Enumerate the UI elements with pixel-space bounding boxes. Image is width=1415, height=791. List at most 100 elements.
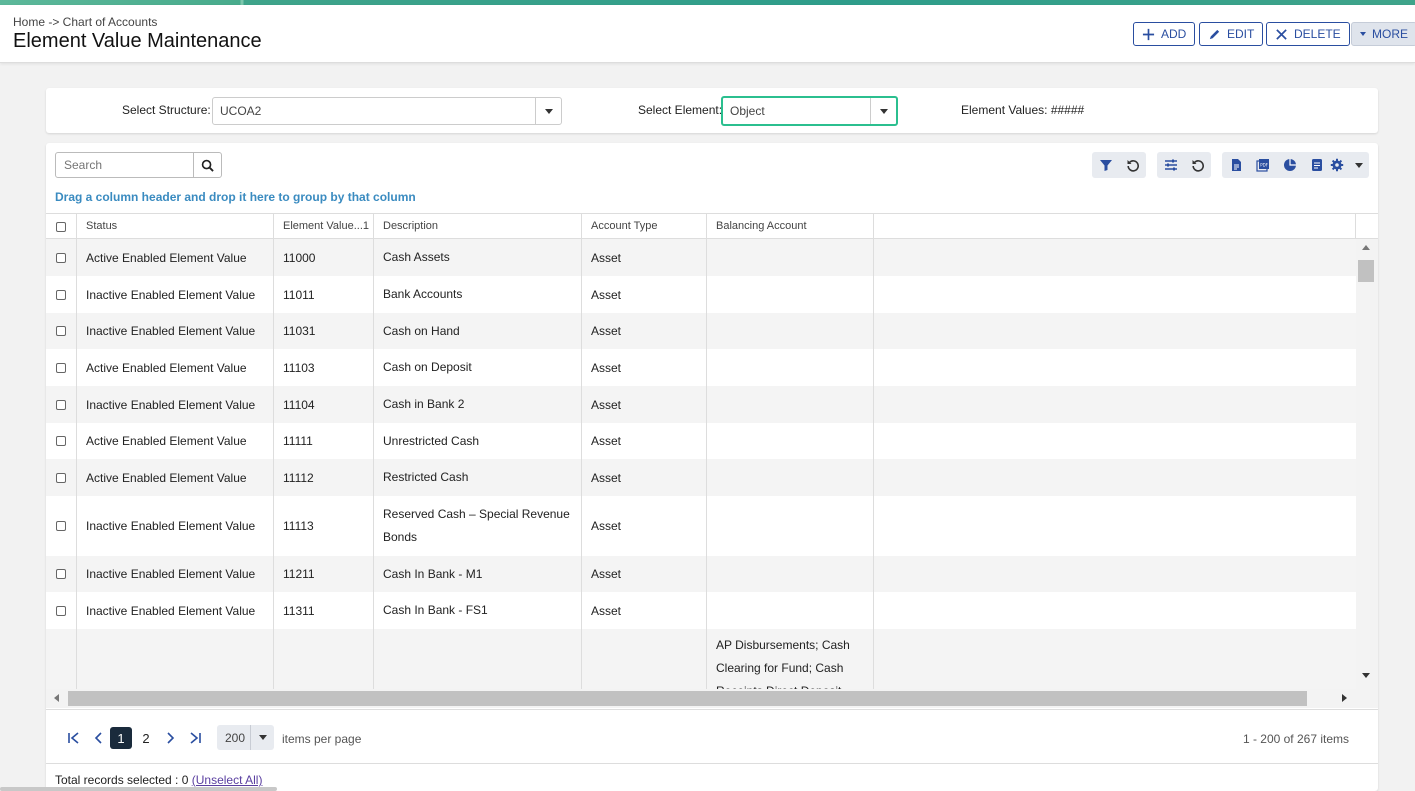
more-button[interactable]: MORE bbox=[1351, 22, 1415, 46]
balancing-account-cell bbox=[707, 313, 874, 349]
search-input[interactable] bbox=[64, 158, 184, 172]
page-button-1[interactable]: 1 bbox=[110, 727, 132, 749]
pager-info: 1 - 200 of 267 items bbox=[1242, 732, 1349, 746]
element-select[interactable]: Object bbox=[721, 96, 898, 126]
row-checkbox-cell bbox=[46, 423, 77, 459]
row-checkbox[interactable] bbox=[56, 289, 66, 300]
row-checkbox[interactable] bbox=[56, 362, 66, 373]
reset-columns-icon[interactable] bbox=[1184, 152, 1211, 178]
row-checkbox-cell bbox=[46, 239, 77, 276]
scroll-left-arrow-icon[interactable] bbox=[54, 694, 59, 702]
table-row[interactable]: Inactive Enabled Element Value 11113 Res… bbox=[46, 496, 1356, 556]
page-horizontal-scrollbar[interactable] bbox=[0, 787, 277, 791]
select-all-checkbox[interactable] bbox=[56, 221, 66, 232]
gear-icon[interactable] bbox=[1323, 152, 1350, 178]
caret-down-icon bbox=[1360, 32, 1366, 36]
scroll-up-arrow-icon[interactable] bbox=[1362, 245, 1370, 250]
balancing-account-cell bbox=[707, 592, 874, 629]
table-row[interactable]: Inactive Enabled Element Value 11211 Cas… bbox=[46, 556, 1356, 592]
filter-icon[interactable] bbox=[1092, 152, 1119, 178]
description-cell: Cash on Hand bbox=[374, 313, 582, 349]
account-type-cell: Asset bbox=[582, 386, 707, 423]
structure-select[interactable]: UCOA2 bbox=[212, 97, 562, 125]
account-type-cell: Asset bbox=[582, 276, 707, 313]
horizontal-scrollbar[interactable] bbox=[46, 689, 1356, 708]
records-selected-footer: Total records selected : 0 (Unselect All… bbox=[55, 773, 262, 787]
column-header-balancing-account[interactable]: Balancing Account bbox=[707, 214, 874, 239]
chevron-down-icon[interactable] bbox=[535, 98, 561, 124]
column-header-description[interactable]: Description bbox=[374, 214, 582, 239]
scroll-right-arrow-icon[interactable] bbox=[1342, 694, 1347, 702]
table-row[interactable]: Active Enabled Element Value 11103 Cash … bbox=[46, 349, 1356, 386]
table-row[interactable]: Inactive Enabled Element Value 11011 Ban… bbox=[46, 276, 1356, 313]
reset-filter-icon[interactable] bbox=[1119, 152, 1146, 178]
pdf-icon[interactable]: PDF bbox=[1249, 152, 1276, 178]
group-by-hint: Drag a column header and drop it here to… bbox=[55, 190, 416, 204]
unselect-all-link[interactable]: (Unselect All) bbox=[192, 773, 263, 787]
row-checkbox[interactable] bbox=[56, 569, 66, 579]
table-row[interactable]: AP Disbursements; Cash Clearing for Fund… bbox=[46, 629, 1356, 689]
row-checkbox[interactable] bbox=[56, 436, 66, 446]
table-row[interactable]: Inactive Enabled Element Value 11031 Cas… bbox=[46, 313, 1356, 349]
column-toolbar bbox=[1157, 152, 1211, 178]
edit-button-label: EDIT bbox=[1227, 27, 1255, 41]
search-box bbox=[55, 152, 222, 178]
account-type-cell: Asset bbox=[582, 459, 707, 496]
row-checkbox[interactable] bbox=[56, 472, 66, 483]
vertical-scroll-thumb[interactable] bbox=[1358, 260, 1374, 282]
status-cell: Inactive Enabled Element Value bbox=[77, 276, 274, 313]
first-page-icon[interactable] bbox=[63, 727, 85, 749]
table-row[interactable]: Inactive Enabled Element Value 11104 Cas… bbox=[46, 386, 1356, 423]
structure-label: Select Structure: bbox=[122, 103, 211, 117]
previous-page-icon[interactable] bbox=[87, 727, 109, 749]
table-row[interactable]: Inactive Enabled Element Value 11311 Cas… bbox=[46, 592, 1356, 629]
page-title: Element Value Maintenance bbox=[13, 30, 262, 52]
table-row[interactable]: Active Enabled Element Value 11111 Unres… bbox=[46, 423, 1356, 459]
close-icon bbox=[1276, 28, 1287, 40]
more-button-label: MORE bbox=[1372, 27, 1408, 41]
search-button[interactable] bbox=[193, 153, 221, 177]
add-button[interactable]: ADD bbox=[1133, 22, 1196, 46]
element-value-cell bbox=[274, 629, 374, 689]
table-row[interactable]: Active Enabled Element Value 11000 Cash … bbox=[46, 239, 1356, 276]
last-page-icon[interactable] bbox=[184, 727, 206, 749]
delete-button[interactable]: DELETE bbox=[1266, 22, 1350, 46]
horizontal-scroll-thumb[interactable] bbox=[68, 691, 1307, 706]
row-checkbox-cell bbox=[46, 276, 77, 313]
row-checkbox[interactable] bbox=[56, 326, 66, 336]
account-type-cell: Asset bbox=[582, 423, 707, 459]
page-button-2[interactable]: 2 bbox=[135, 727, 157, 749]
account-type-cell: Asset bbox=[582, 313, 707, 349]
page-size-select[interactable]: 200 bbox=[217, 725, 274, 750]
column-header-account-type[interactable]: Account Type bbox=[582, 214, 707, 239]
status-cell: Active Enabled Element Value bbox=[77, 459, 274, 496]
row-checkbox-cell bbox=[46, 349, 77, 386]
next-page-icon[interactable] bbox=[160, 727, 182, 749]
document-icon[interactable] bbox=[1222, 152, 1249, 178]
table-row[interactable]: Active Enabled Element Value 11112 Restr… bbox=[46, 459, 1356, 496]
edit-button[interactable]: EDIT bbox=[1199, 22, 1264, 46]
column-header-status[interactable]: Status bbox=[77, 214, 274, 239]
caret-down-icon[interactable] bbox=[1350, 152, 1368, 178]
row-checkbox[interactable] bbox=[56, 399, 66, 410]
balancing-account-cell bbox=[707, 349, 874, 386]
row-checkbox[interactable] bbox=[56, 252, 66, 263]
status-cell: Active Enabled Element Value bbox=[77, 349, 274, 386]
breadcrumb[interactable]: Home -> Chart of Accounts bbox=[13, 15, 157, 29]
description-cell: Cash in Bank 2 bbox=[374, 386, 582, 423]
chart-pie-icon[interactable] bbox=[1276, 152, 1303, 178]
element-value-cell: 11000 bbox=[274, 239, 374, 276]
status-cell: Inactive Enabled Element Value bbox=[77, 592, 274, 629]
chevron-down-icon[interactable] bbox=[870, 98, 896, 124]
balancing-account-cell bbox=[707, 239, 874, 276]
chevron-down-icon[interactable] bbox=[250, 725, 274, 750]
account-type-cell: Asset bbox=[582, 496, 707, 556]
vertical-scrollbar[interactable] bbox=[1356, 239, 1378, 689]
description-cell: Bank Accounts bbox=[374, 276, 582, 313]
row-checkbox[interactable] bbox=[56, 605, 66, 616]
scroll-down-arrow-icon[interactable] bbox=[1362, 673, 1370, 678]
page-header: Home -> Chart of Accounts Element Value … bbox=[0, 5, 1415, 63]
column-header-element-value[interactable]: Element Value...1 bbox=[274, 214, 374, 239]
row-checkbox[interactable] bbox=[56, 521, 66, 531]
column-settings-icon[interactable] bbox=[1157, 152, 1184, 178]
